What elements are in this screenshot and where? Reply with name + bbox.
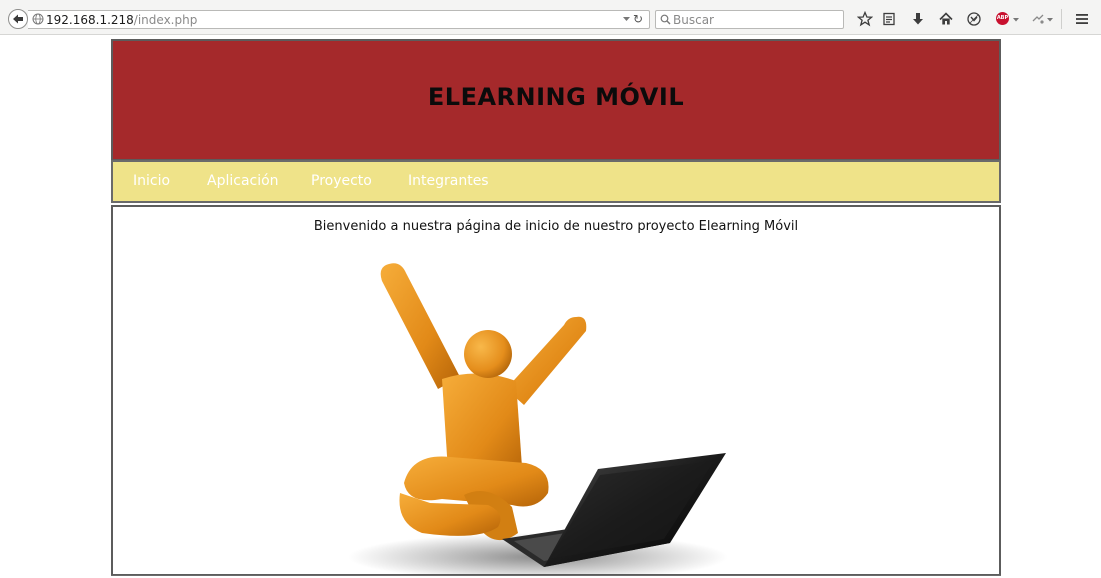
site-title: ELEARNING MÓVIL — [427, 83, 685, 111]
nav-link-inicio[interactable]: Inicio — [133, 173, 170, 189]
url-path: /index.php — [133, 13, 198, 27]
extension-dropdown-icon[interactable] — [1045, 11, 1055, 27]
nav-link-integrantes[interactable]: Integrantes — [408, 173, 489, 189]
globe-icon — [32, 13, 44, 25]
back-button[interactable] — [8, 9, 28, 29]
search-input[interactable]: Buscar — [673, 13, 714, 27]
reload-icon[interactable]: ↻ — [633, 12, 643, 26]
adblock-icon[interactable]: ABP — [995, 11, 1011, 27]
main-content: Bienvenido a nuestra página de inicio de… — [111, 205, 1001, 576]
url-bar[interactable]: 192.168.1.218/index.php ↻ — [28, 10, 650, 29]
download-icon[interactable] — [910, 11, 926, 27]
search-bar[interactable]: Buscar — [655, 10, 844, 29]
back-arrow-icon — [13, 14, 23, 24]
pocket-icon[interactable] — [966, 11, 982, 27]
site-header: ELEARNING MÓVIL — [111, 39, 1001, 161]
browser-toolbar: 192.168.1.218/index.php ↻ Buscar ABP — [0, 0, 1101, 35]
reading-list-icon[interactable] — [881, 11, 897, 27]
search-icon — [660, 14, 671, 25]
adblock-dropdown-icon[interactable] — [1011, 11, 1021, 27]
star-icon[interactable] — [857, 11, 873, 27]
site-nav: Inicio Aplicación Proyecto Integrantes — [111, 160, 1001, 203]
nav-link-aplicacion[interactable]: Aplicación — [207, 173, 279, 189]
url-text: 192.168.1.218/index.php — [46, 13, 197, 27]
toolbar-separator — [1061, 9, 1062, 29]
home-icon[interactable] — [938, 11, 954, 27]
welcome-text: Bienvenido a nuestra página de inicio de… — [313, 219, 799, 234]
history-dropdown-icon[interactable] — [622, 14, 631, 23]
nav-link-proyecto[interactable]: Proyecto — [311, 173, 372, 189]
menu-icon[interactable] — [1074, 11, 1090, 27]
url-host: 192.168.1.218 — [46, 13, 134, 27]
extension-icon[interactable] — [1030, 11, 1046, 27]
page-container: ELEARNING MÓVIL Inicio Aplicación Proyec… — [111, 39, 1001, 576]
adblock-label: ABP — [996, 12, 1009, 25]
hero-illustration — [348, 263, 728, 574]
page-bottom-border — [111, 575, 1001, 576]
